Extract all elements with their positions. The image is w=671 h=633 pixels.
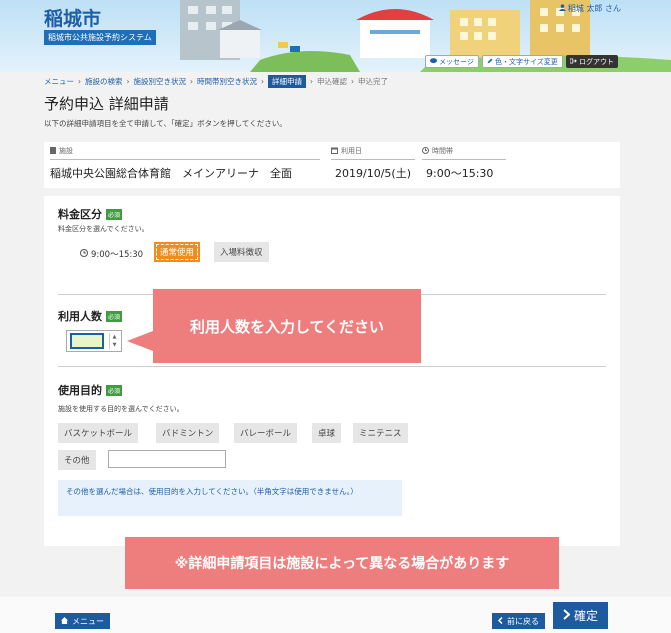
message-button[interactable]: メッセージ (425, 55, 479, 68)
site-header: 稲城市 稲城市公共施設予約システム 稲城 太郎 さん メッセージ 色・文字サイズ… (0, 0, 671, 72)
purpose-option-volleyball[interactable]: バレーボール (234, 423, 298, 443)
pencil-icon (487, 58, 493, 66)
fee-time-slot: 9:00〜15:30 (80, 248, 143, 260)
speech-bubble-icon (430, 57, 437, 66)
date-value: 2019/10/5(土) (335, 167, 411, 180)
user-icon (558, 4, 566, 13)
page-footer: メニュー 前に戻る 確定 (0, 597, 671, 633)
fee-title: 料金区分 (58, 208, 102, 221)
facility-header: 施設 (59, 147, 73, 155)
chevron-left-icon (497, 616, 503, 626)
breadcrumb-item-time-availability[interactable]: 時間帯別空き状況 (197, 76, 257, 87)
purpose-option-table-tennis[interactable]: 卓球 (312, 423, 342, 443)
breadcrumb-separator: › (310, 77, 313, 86)
purpose-option-other[interactable]: その他 (58, 450, 96, 470)
time-header: 時間帯 (432, 147, 453, 155)
required-badge: 必須 (106, 384, 123, 396)
breadcrumb-separator: › (78, 77, 81, 86)
breadcrumb-step-confirm: 申込確認 (317, 77, 347, 86)
breadcrumb-separator: › (261, 77, 264, 86)
divider (422, 159, 506, 160)
divider (331, 159, 415, 160)
section-divider (58, 366, 606, 367)
divider (50, 159, 320, 160)
people-section-title: 利用人数 必須 (58, 308, 123, 324)
purpose-title: 使用目的 (58, 384, 102, 397)
time-column: 時間帯 9:00〜15:30 (422, 146, 493, 181)
purpose-other-input[interactable] (108, 450, 226, 468)
page-description: 以下の詳細申請項目を全て申請して、「確定」ボタンを押してください。 (44, 119, 287, 128)
fee-time-text: 9:00〜15:30 (91, 250, 144, 260)
breadcrumb-step-complete: 申込完了 (358, 77, 388, 86)
breadcrumb-item-menu[interactable]: メニュー (44, 76, 74, 87)
breadcrumb-item-facility-availability[interactable]: 施設別空き状況 (134, 76, 187, 87)
people-count-stepper[interactable]: ▲ ▼ (109, 333, 119, 349)
clock-icon (422, 146, 429, 156)
breadcrumb-separator: › (351, 77, 354, 86)
site-logo-title[interactable]: 稲城市 (44, 4, 101, 31)
message-button-label: メッセージ (439, 57, 474, 66)
breadcrumb-item-facility-search[interactable]: 施設の検索 (85, 76, 123, 87)
purpose-description: 施設を使用する目的を選んでください。 (58, 405, 184, 413)
clock-icon (80, 248, 88, 260)
purpose-option-mini-tennis[interactable]: ミニテニス (353, 423, 408, 443)
fee-section-title: 料金区分 必須 (58, 206, 123, 222)
breadcrumb-separator: › (190, 77, 193, 86)
building-icon (50, 146, 56, 156)
detail-form: 料金区分 必須 料金区分を選んでください。 9:00〜15:30 通常使用 入場… (44, 196, 620, 546)
menu-button-label: メニュー (72, 616, 104, 626)
breadcrumb: メニュー › 施設の検索 › 施設別空き状況 › 時間帯別空き状況 › 詳細申請… (44, 75, 388, 88)
chevron-right-icon (563, 608, 571, 623)
breadcrumb-current: 詳細申請 (268, 75, 306, 88)
logout-button[interactable]: ログアウト (566, 55, 618, 68)
people-title: 利用人数 (58, 310, 102, 323)
user-info: 稲城 太郎 さん (558, 3, 621, 14)
time-value: 9:00〜15:30 (426, 167, 494, 180)
detail-note-callout: ※詳細申請項目は施設によって異なる場合があります (125, 537, 559, 589)
confirm-button[interactable]: 確定 (553, 602, 609, 629)
purpose-section-title: 使用目的 必須 (58, 382, 123, 398)
back-button[interactable]: 前に戻る (492, 613, 545, 629)
page-title: 予約申込 詳細申請 (44, 95, 169, 113)
people-count-input[interactable]: ▲ ▼ (66, 330, 122, 352)
back-button-label: 前に戻る (507, 616, 539, 626)
fee-option-admission[interactable]: 入場料徴収 (214, 242, 269, 262)
required-badge: 必須 (106, 208, 123, 220)
purpose-note: その他を選んだ場合は、使用目的を入力してください。（半角文字は使用できません。） (58, 480, 402, 516)
purpose-option-basketball[interactable]: バスケットボール (58, 423, 139, 443)
user-name: 稲城 太郎 さん (567, 4, 621, 13)
menu-button[interactable]: メニュー (55, 613, 110, 629)
text-size-button[interactable]: 色・文字サイズ変更 (482, 55, 563, 68)
calendar-icon (331, 147, 338, 156)
logout-icon (569, 58, 577, 66)
facility-column: 施設 稲城中央公園総合体育館 メインアリーナ 全面 (50, 146, 292, 181)
site-logo-subtitle: 稲城市公共施設予約システム (44, 30, 156, 45)
breadcrumb-separator: › (126, 77, 130, 86)
logout-button-label: ログアウト (579, 57, 614, 66)
text-size-button-label: 色・文字サイズ変更 (495, 57, 558, 66)
confirm-button-label: 確定 (574, 609, 599, 623)
fee-description: 料金区分を選んでください。 (58, 225, 149, 233)
purpose-option-badminton[interactable]: バドミントン (156, 423, 220, 443)
facility-value: 稲城中央公園総合体育館 メインアリーナ 全面 (50, 167, 292, 180)
people-count-field[interactable] (70, 333, 104, 349)
people-callout: 利用人数を入力してください (127, 289, 421, 363)
home-icon (61, 616, 68, 626)
reservation-summary: 施設 稲城中央公園総合体育館 メインアリーナ 全面 利用日 2019/10/5(… (44, 142, 620, 188)
required-badge: 必須 (106, 310, 123, 322)
date-header: 利用日 (341, 147, 362, 155)
date-column: 利用日 2019/10/5(土) (331, 146, 411, 181)
fee-option-normal[interactable]: 通常使用 (154, 242, 201, 262)
